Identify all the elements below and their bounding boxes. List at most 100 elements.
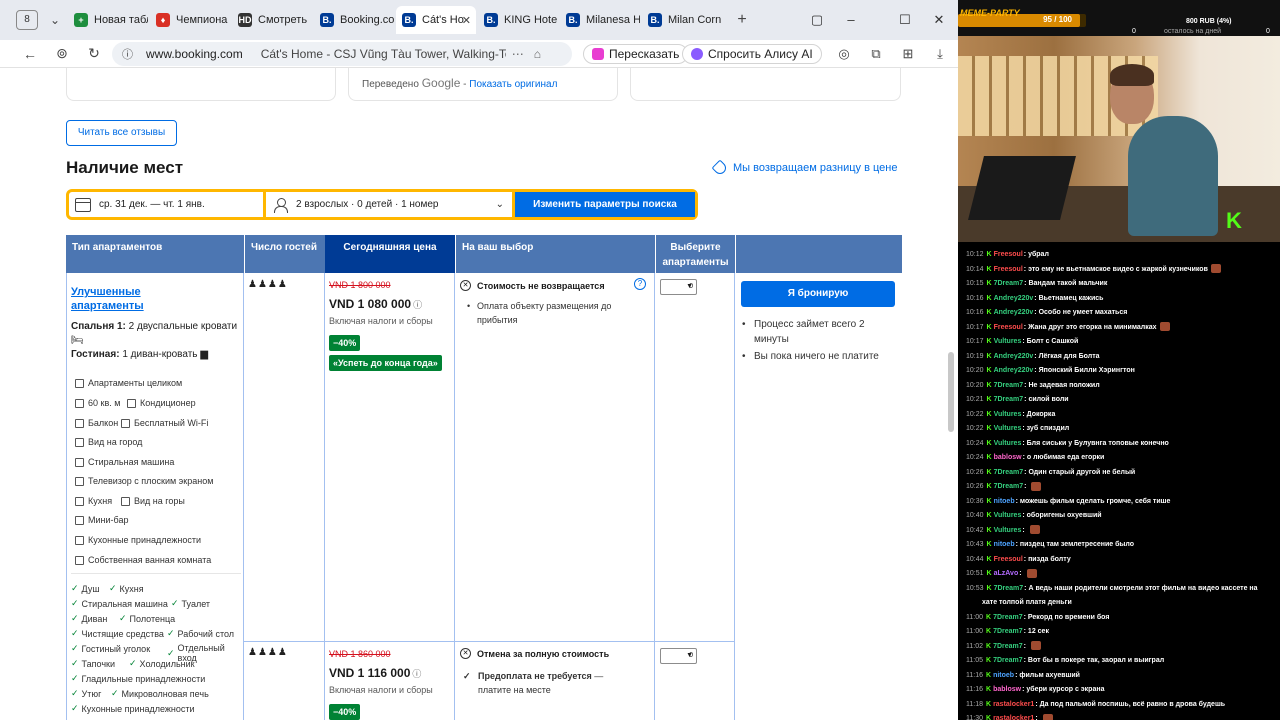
- chat-username[interactable]: nitoeb: [993, 672, 1014, 679]
- info-icon[interactable]: ⓘ: [412, 669, 421, 679]
- chat-username[interactable]: Freesoul: [994, 251, 1023, 258]
- chat-username[interactable]: 7Dream7: [993, 628, 1023, 635]
- retell-button[interactable]: Пересказать: [583, 44, 689, 64]
- chat-username[interactable]: rastalocker1: [993, 701, 1034, 708]
- chat-text: пиздец там землетресение было: [1019, 541, 1135, 548]
- site-info-icon[interactable]: ⓘ: [122, 46, 136, 62]
- yandex-icon[interactable]: ⊚: [46, 45, 78, 62]
- show-original-link[interactable]: Показать оригинал: [469, 79, 557, 90]
- chat-username[interactable]: Freesoul: [994, 556, 1023, 563]
- collections-icon[interactable]: ⧉: [862, 40, 890, 68]
- chat-username[interactable]: 7Dream7: [994, 396, 1024, 403]
- globe-icon[interactable]: ◎: [830, 40, 858, 68]
- room-name-link[interactable]: Улучшенные апартаменты: [71, 285, 181, 313]
- chat-time: 10:44: [966, 555, 984, 563]
- url-field[interactable]: ⓘ www.booking.com Cát's Home - CSJ Vũng …: [112, 42, 572, 66]
- close-tab-icon[interactable]: ✕: [462, 14, 471, 27]
- browser-tab[interactable]: B. Booking.co: [314, 6, 394, 34]
- chat-text: Вандам такой мальчик: [1028, 280, 1108, 287]
- dates-field[interactable]: ср. 31 дек. — чт. 1 янв.: [69, 192, 266, 217]
- emote-icon: [1042, 713, 1053, 720]
- tab-actions-icon[interactable]: ▢: [800, 0, 834, 40]
- bookmark-icon[interactable]: ⌂: [534, 47, 541, 61]
- chat-username[interactable]: Andrey220v: [994, 353, 1034, 360]
- more-icon[interactable]: ⋯: [512, 47, 524, 61]
- chat-username[interactable]: Vultures: [994, 512, 1022, 519]
- extensions-icon[interactable]: ⊞: [894, 40, 922, 68]
- kick-badge-icon: K: [986, 657, 992, 664]
- chat-username[interactable]: 7Dream7: [994, 585, 1024, 592]
- kick-badge-icon: K: [986, 628, 992, 635]
- header-type: Тип апартаментов: [66, 235, 244, 273]
- check-icon: ✓: [71, 703, 79, 713]
- chat-username[interactable]: 7Dream7: [993, 657, 1023, 664]
- download-icon[interactable]: ⤓: [926, 40, 954, 68]
- chat-username[interactable]: Andrey220v: [994, 309, 1034, 316]
- chat-username[interactable]: 7Dream7: [994, 469, 1024, 476]
- chat-username[interactable]: Freesoul: [994, 324, 1023, 331]
- chat-username[interactable]: aLzAvo: [994, 570, 1019, 577]
- help-icon[interactable]: ?: [634, 278, 646, 290]
- chat-username[interactable]: 7Dream7: [994, 483, 1024, 490]
- chat-username[interactable]: Freesoul: [994, 266, 1023, 273]
- chat-username[interactable]: nitoeb: [994, 541, 1015, 548]
- quantity-select[interactable]: 0 ▼: [660, 279, 697, 295]
- chat-message: 10:42 K Vultures:: [958, 524, 1280, 539]
- chat-time: 10:22: [966, 425, 984, 432]
- reload-button[interactable]: ↻: [78, 45, 110, 62]
- chat-username[interactable]: 7Dream7: [993, 614, 1023, 621]
- chat-username[interactable]: Vultures: [994, 425, 1022, 432]
- browser-tab[interactable]: ♦ Чемпиона: [150, 6, 230, 34]
- feature-item: ✓ Гладильные принадлежности: [71, 673, 206, 684]
- amenity-item: Собственная ванная комната: [75, 555, 211, 565]
- chat-time: 10:20: [966, 381, 984, 389]
- discount-badge: −40%: [329, 704, 361, 720]
- counter-left: 0: [1132, 28, 1136, 35]
- maximize-button[interactable]: ☐: [888, 0, 922, 40]
- chat-username[interactable]: bablosw: [994, 454, 1022, 461]
- chat-username[interactable]: Andrey220v: [994, 367, 1034, 374]
- chat-username[interactable]: bablosw: [993, 686, 1021, 693]
- tab-count-badge[interactable]: 8: [16, 10, 38, 30]
- chat-message: 10:14 K Freesoul: это ему не вьетнамское в…: [958, 263, 1280, 278]
- chat-text: 12 сек: [1027, 628, 1049, 635]
- chat-username[interactable]: Vultures: [994, 440, 1022, 447]
- guests-field[interactable]: 2 взрослых · 0 детей · 1 номер ⌄: [266, 192, 515, 217]
- chat-username[interactable]: 7Dream7: [993, 643, 1023, 650]
- info-icon[interactable]: ⓘ: [413, 300, 422, 310]
- chat-time: 11:05: [966, 657, 983, 664]
- browser-tab[interactable]: HD Смотреть: [232, 6, 312, 34]
- chat-text: о любимая еда егорки: [1026, 454, 1105, 461]
- read-all-reviews-button[interactable]: Читать все отзывы: [66, 120, 177, 146]
- chat-message: 10:43 Knitoeb: пиздец там землетресение б…: [966, 541, 1135, 548]
- back-button[interactable]: ←: [14, 46, 46, 62]
- change-search-button[interactable]: Изменить параметры поиска: [515, 192, 695, 217]
- chevron-down-icon: ▼: [686, 652, 693, 659]
- chat-message: 10:44 K Freesoul: пизда болту: [966, 555, 1071, 563]
- ask-alice-button[interactable]: Спросить Алису AI: [682, 44, 822, 64]
- minimize-button[interactable]: –: [834, 0, 868, 40]
- stream-overlay: 95 / 100 MEME-PARTY 0 800 RUB (4%) остал…: [958, 0, 1280, 720]
- browser-tab[interactable]: B. KING Hote: [478, 6, 558, 34]
- browser-tab[interactable]: + Новая табл: [68, 6, 148, 34]
- quantity-select[interactable]: 0 ▼: [660, 648, 697, 664]
- browser-tab[interactable]: B. Cát's Ho ✕: [396, 6, 476, 34]
- chat-username[interactable]: Andrey220v: [994, 295, 1034, 302]
- browser-tab[interactable]: B. Milan Corn: [642, 6, 722, 34]
- tab-label: Booking.co: [340, 14, 394, 26]
- chat-username[interactable]: Vultures: [994, 527, 1022, 534]
- chat-username[interactable]: Vultures: [994, 411, 1022, 418]
- close-window-button[interactable]: ✕: [922, 0, 956, 40]
- chat-message: 10:22 K Vultures: зуб спиздил: [966, 425, 1070, 432]
- chevron-down-icon[interactable]: ⌄: [44, 13, 66, 27]
- chat-username[interactable]: 7Dream7: [994, 382, 1024, 389]
- reserve-button[interactable]: Я бронирую: [741, 281, 895, 307]
- chat-username[interactable]: 7Dream7: [994, 280, 1024, 287]
- chat-username[interactable]: nitoeb: [994, 498, 1015, 505]
- chat-username[interactable]: rastalocker1: [993, 715, 1034, 720]
- scrollbar[interactable]: [948, 352, 954, 432]
- price-match-link[interactable]: Мы возвращаем разницу в цене: [711, 159, 897, 177]
- browser-tab[interactable]: B. Milanesa H: [560, 6, 640, 34]
- new-tab-button[interactable]: +: [730, 11, 754, 29]
- chat-username[interactable]: Vultures: [994, 338, 1022, 345]
